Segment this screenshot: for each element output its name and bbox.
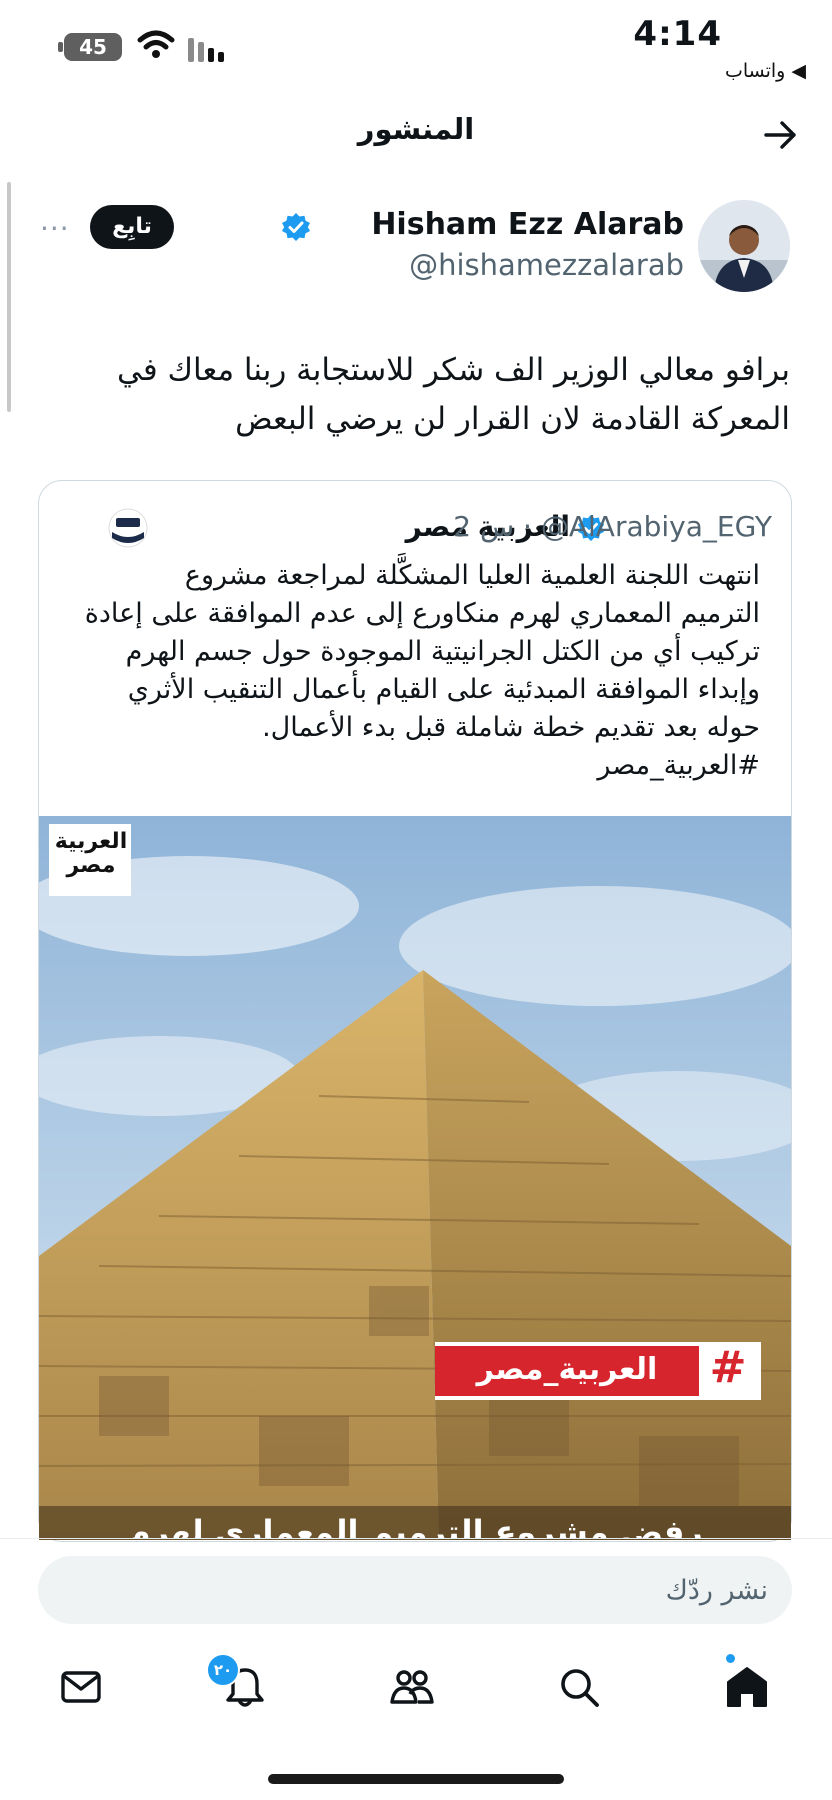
quoted-text-line: انتهت اللجنة العلمية العليا المشكَّلة لم…: [184, 560, 760, 591]
communities-icon[interactable]: [388, 1664, 436, 1710]
quoted-post-image[interactable]: [39, 816, 791, 1540]
notifications-badge: ٢٠: [206, 1653, 240, 1687]
quoted-post-text: انتهت اللجنة العلمية العليا المشكَّلة لم…: [70, 557, 760, 785]
author-handle[interactable]: @hishamezzalarab: [409, 248, 684, 282]
author-name[interactable]: Hisham Ezz Alarab: [371, 207, 684, 242]
page-title: المنشور: [357, 112, 475, 146]
more-options-icon[interactable]: ···: [40, 212, 70, 245]
follow-button[interactable]: تابِع: [90, 205, 174, 249]
image-hashtag-symbol: #: [709, 1342, 747, 1393]
watermark-line: العربية: [54, 829, 128, 854]
scroll-indicator: [7, 182, 11, 412]
quoted-author-avatar[interactable]: [108, 508, 148, 548]
wifi-icon: [137, 30, 175, 58]
cellular-signal-icon: [188, 38, 228, 62]
quoted-text-line: وإبداء الموافقة المبدئية على القيام بأعم…: [127, 674, 760, 705]
back-arrow-icon[interactable]: [760, 115, 800, 155]
home-icon[interactable]: [724, 1664, 770, 1710]
quoted-hashtag-link[interactable]: #العربية_مصر: [70, 747, 760, 785]
post-text-line: المعركة القادمة لان القرار لن يرضي البعض: [235, 401, 790, 437]
image-caption: رفض مشروع الترميم المعماري لهرم: [127, 1513, 703, 1538]
verified-badge-icon: [282, 213, 310, 241]
messages-icon[interactable]: [58, 1664, 104, 1710]
quoted-text-line: الترميم المعماري لهرم منكاورع إلى عدم ال…: [84, 598, 760, 629]
quoted-handle-time: 2 س · @AlArabiya_EGY: [453, 510, 772, 543]
battery-tip: [58, 42, 63, 52]
home-indicator: [268, 1774, 564, 1784]
image-hashtag-text: العربية_مصر: [476, 1352, 658, 1387]
home-unread-dot: [726, 1654, 735, 1663]
quoted-text-line: تركيب أي من الكتل الجرانيتية الموجودة حو…: [125, 636, 760, 667]
watermark-line: مصر: [66, 853, 116, 878]
quoted-text-line: حوله بعد تقديم خطة شاملة قبل بدء الأعمال…: [262, 712, 760, 743]
reply-placeholder: نشر ردّك: [665, 1575, 768, 1606]
divider: [0, 1538, 832, 1539]
status-time: 4:14: [633, 14, 722, 54]
search-icon[interactable]: [556, 1664, 602, 1710]
battery-icon: 45: [64, 33, 122, 61]
image-watermark-logo: العربية مصر: [50, 830, 132, 878]
back-to-app-link[interactable]: ◀ واتساب: [725, 60, 806, 82]
author-avatar[interactable]: [698, 200, 790, 292]
post-text: برافو معالي الوزير الف شكر للاستجابة ربن…: [70, 346, 790, 444]
post-text-line: برافو معالي الوزير الف شكر للاستجابة ربن…: [116, 352, 790, 388]
